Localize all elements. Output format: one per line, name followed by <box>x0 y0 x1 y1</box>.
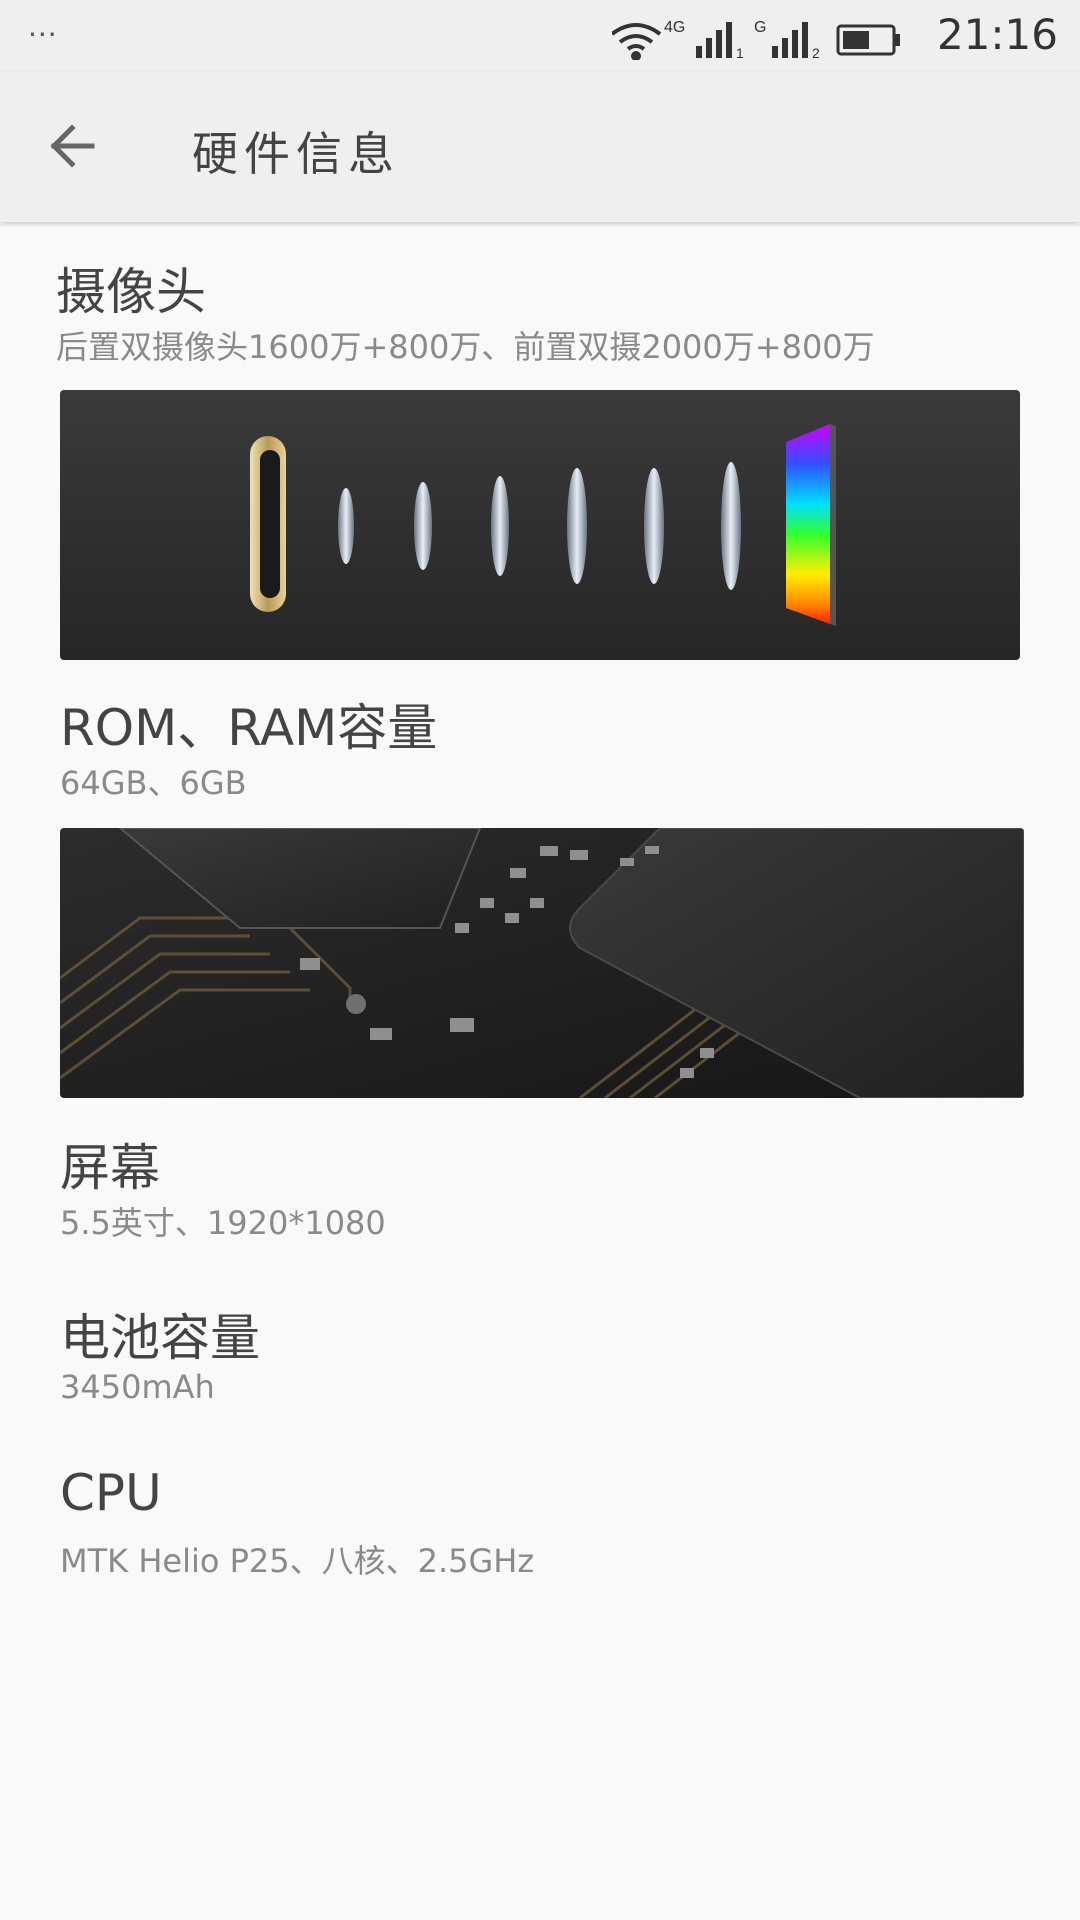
lens-element <box>338 488 354 564</box>
image-sensor <box>786 424 830 624</box>
section-detail-camera: 后置双摄像头1600万+800万、前置双摄2000万+800万 <box>56 328 875 366</box>
page-title: 硬件信息 <box>192 127 400 181</box>
sim-1-label: 1 <box>736 45 744 60</box>
back-arrow-icon <box>50 124 95 168</box>
section-title-cpu: CPU <box>60 1464 162 1522</box>
network-type-2: G <box>754 19 766 36</box>
lens-element <box>414 482 432 570</box>
network-type-1: 4G <box>664 19 685 36</box>
lens-element <box>567 468 587 584</box>
lens-element <box>721 462 741 590</box>
status-icons: 4G 1 G 2 <box>612 19 900 60</box>
lens-element <box>491 476 509 576</box>
lens-element <box>644 468 664 584</box>
section-title-battery: 电池容量 <box>60 1309 260 1367</box>
section-detail-cpu: MTK Helio P25、八核、2.5GHz <box>60 1542 535 1580</box>
app-bar: 硬件信息 <box>0 72 1080 222</box>
signal-icon <box>696 22 732 58</box>
section-detail-battery: 3450mAh <box>60 1368 215 1406</box>
section-title-screen: 屏幕 <box>60 1139 160 1197</box>
more-notifications-indicator: ··· <box>28 18 58 51</box>
section-title-camera: 摄像头 <box>56 263 206 321</box>
battery-icon <box>836 24 900 56</box>
back-button[interactable] <box>30 112 110 182</box>
clock: 21:16 <box>936 10 1058 59</box>
signal-icon <box>772 22 808 58</box>
sim-2-label: 2 <box>812 45 820 60</box>
wifi-icon <box>612 23 662 60</box>
status-bar: ··· 4G 1 G 2 21:16 <box>0 0 1080 72</box>
section-detail-storage: 64GB、6GB <box>60 764 247 802</box>
camera-lens-illustration <box>60 390 1020 660</box>
circuit-board-illustration <box>60 828 1024 1098</box>
section-detail-screen: 5.5英寸、1920*1080 <box>60 1204 386 1242</box>
section-title-storage: ROM、RAM容量 <box>60 699 438 757</box>
